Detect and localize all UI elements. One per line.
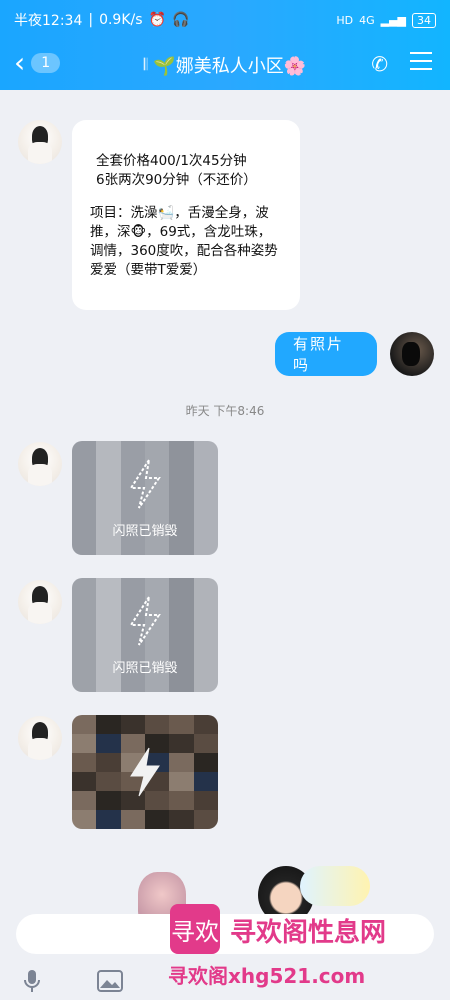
- menu-icon[interactable]: [410, 52, 432, 70]
- status-bar: 半夜12:34 | 0.9K/s ⏰ 🎧 HD 4G ▂▄▆ 34: [0, 0, 450, 40]
- watermark-logo: 寻欢: [170, 904, 220, 954]
- items-text: 项目：洗澡🛀，舌漫全身，波推，深🐵，69式，含龙吐珠，调情，360度吹，配合各种…: [90, 205, 278, 278]
- voice-button[interactable]: [0, 966, 64, 996]
- flash-overlay: 闪照已销毁: [72, 578, 218, 692]
- lightning-icon: [129, 458, 161, 509]
- flash-photo-destroyed[interactable]: 闪照已销毁: [72, 441, 218, 555]
- image-button[interactable]: [78, 966, 142, 996]
- timestamp: 昨天 下午8:46: [185, 404, 265, 418]
- battery-level: 34: [412, 12, 436, 28]
- flash-photo-unopened[interactable]: [72, 715, 218, 829]
- status-speed: 0.9K/s: [99, 12, 143, 28]
- earpiece-icon: 𝄃: [143, 55, 148, 74]
- my-message-bubble: 有照片吗: [275, 332, 377, 376]
- watermark: 寻欢 寻欢阁性息网 寻欢阁xhg521.com: [168, 900, 440, 996]
- flash-label: 闪照已销毁: [112, 660, 178, 676]
- chat-header: ‹ 1 𝄃 🌱娜美私人小区🌸 ✆: [0, 40, 450, 90]
- price-line-2: 6张两次90分钟（不还价）: [96, 172, 257, 188]
- my-avatar[interactable]: [390, 332, 434, 376]
- image-icon: [97, 970, 123, 992]
- lightning-icon: [129, 595, 161, 646]
- price-line-1: 全套价格400/1次45分钟: [96, 153, 247, 169]
- contact-avatar[interactable]: [18, 580, 62, 624]
- flash-overlay: 闪照已销毁: [72, 441, 218, 555]
- alarm-icon: ⏰: [148, 12, 166, 28]
- hd-icon: HD: [336, 13, 354, 27]
- status-time: 半夜12:34: [14, 13, 83, 29]
- my-message-text: 有照片吗: [293, 335, 345, 374]
- unread-badge: 1: [31, 53, 61, 73]
- contact-avatar[interactable]: [18, 120, 62, 164]
- back-button[interactable]: ‹ 1: [14, 46, 61, 79]
- phone-icon[interactable]: ✆: [371, 52, 388, 76]
- watermark-name: 寻欢阁性息网: [230, 918, 387, 948]
- network-label: 4G: [359, 13, 375, 27]
- contact-avatar[interactable]: [18, 442, 62, 486]
- chevron-left-icon: ‹: [14, 46, 26, 79]
- microphone-icon: [24, 970, 40, 992]
- signal-icon: ▂▄▆: [380, 13, 406, 27]
- flash-label: 闪照已销毁: [112, 523, 178, 539]
- flash-overlay: [72, 715, 218, 829]
- lightning-icon: [130, 747, 160, 797]
- watermark-url: 寻欢阁xhg521.com: [168, 964, 366, 988]
- contact-avatar[interactable]: [18, 716, 62, 760]
- message-bubble-price: 全套价格400/1次45分钟 6张两次90分钟（不还价） 项目：洗澡🛀，舌漫全身…: [72, 120, 300, 310]
- chat-title-area[interactable]: 𝄃 🌱娜美私人小区🌸: [144, 52, 306, 78]
- flash-photo-destroyed[interactable]: 闪照已销毁: [72, 578, 218, 692]
- chat-title: 🌱娜美私人小区🌸: [153, 56, 307, 77]
- headphone-icon: 🎧: [171, 12, 190, 28]
